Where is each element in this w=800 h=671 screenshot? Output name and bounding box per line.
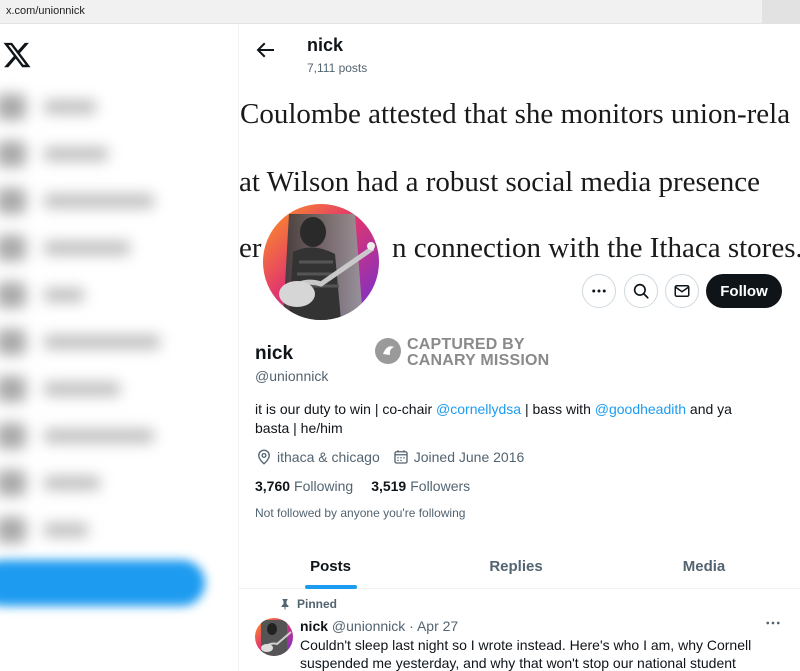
banner-text-line: Coulombe attested that she monitors unio… bbox=[240, 98, 791, 130]
bio-text: it is our duty to win | co-chair bbox=[255, 401, 437, 417]
pin-icon bbox=[281, 599, 289, 610]
envelope-icon bbox=[674, 285, 690, 297]
pinned-indicator: Pinned bbox=[279, 597, 337, 611]
sidebar-item-verified-orgs[interactable] bbox=[0, 423, 200, 449]
banner-text-line: at Wilson had a robust social media pres… bbox=[239, 166, 760, 198]
active-tab-indicator bbox=[304, 585, 357, 589]
canary-mission-logo-icon bbox=[375, 338, 401, 364]
bio-mention-link[interactable]: @cornellydsa bbox=[436, 401, 521, 417]
pinned-label: Pinned bbox=[297, 597, 338, 611]
profile-tabs: Posts Replies Media bbox=[239, 543, 800, 589]
search-icon bbox=[633, 283, 649, 299]
joined-text: Joined June 2016 bbox=[413, 449, 525, 465]
ellipsis-icon bbox=[766, 621, 780, 625]
sidebar-item-communities[interactable] bbox=[0, 329, 200, 355]
tab-label: Replies bbox=[489, 557, 543, 575]
profile-handle: @unionnick bbox=[255, 368, 329, 384]
post-author-name[interactable]: nick bbox=[300, 618, 328, 634]
sidebar-item-home[interactable] bbox=[0, 94, 200, 120]
ellipsis-icon bbox=[592, 289, 606, 293]
sidebar-item-premium[interactable] bbox=[0, 376, 200, 402]
tab-media[interactable]: Media bbox=[610, 543, 798, 589]
sidebar-item-grok[interactable] bbox=[0, 282, 200, 308]
following-label: Following bbox=[294, 478, 354, 494]
left-sidebar bbox=[0, 24, 238, 671]
post-handle-date[interactable]: @unionnick · Apr 27 bbox=[332, 618, 458, 634]
more-options-button[interactable] bbox=[582, 274, 616, 308]
post-author-avatar[interactable] bbox=[255, 618, 293, 656]
following-count: 3,760 bbox=[255, 478, 291, 494]
sidebar-item-more[interactable] bbox=[0, 517, 200, 543]
tab-replies[interactable]: Replies bbox=[422, 543, 610, 589]
canary-mission-watermark: CAPTURED BY CANARY MISSION bbox=[375, 336, 555, 380]
profile-meta: ithaca & chicago Joined June 2016 bbox=[255, 448, 524, 466]
tab-posts[interactable]: Posts bbox=[239, 543, 422, 589]
avatar-photo-image bbox=[263, 204, 379, 320]
sidebar-item-messages[interactable] bbox=[0, 235, 200, 261]
message-button[interactable] bbox=[665, 274, 699, 308]
x-logo-icon[interactable] bbox=[2, 40, 32, 70]
bio-text: | bass with bbox=[521, 401, 595, 417]
tab-label: Media bbox=[682, 557, 726, 575]
watermark-line-2: CANARY MISSION bbox=[407, 352, 550, 369]
profile-bio: it is our duty to win | co-chair @cornel… bbox=[255, 400, 755, 438]
profile-column: nick 7,111 posts Coulombe attested that … bbox=[238, 24, 800, 671]
post-text: Couldn't sleep last night so I wrote ins… bbox=[300, 637, 752, 671]
back-arrow-icon[interactable] bbox=[253, 38, 277, 62]
post-header: nick @unionnick · Apr 27 bbox=[300, 618, 458, 634]
header-name: nick bbox=[307, 35, 344, 55]
avatar-photo-image bbox=[255, 618, 293, 656]
sidebar-item-explore[interactable] bbox=[0, 141, 200, 167]
follow-button[interactable]: Follow bbox=[706, 274, 782, 308]
pinned-post[interactable]: Pinned nick @unionnick · Apr 27 Couldn't… bbox=[239, 590, 800, 671]
location-text: ithaca & chicago bbox=[277, 449, 380, 465]
follow-counts: 3,760 Following 3,519 Followers bbox=[255, 478, 488, 494]
header-post-count: 7,111 posts bbox=[307, 61, 368, 75]
address-url[interactable]: x.com/unionnick bbox=[6, 5, 85, 17]
sidebar-item-notifications[interactable] bbox=[0, 188, 200, 214]
tab-label: Posts bbox=[310, 557, 351, 575]
bio-mention-link[interactable]: @goodheadith bbox=[595, 401, 686, 417]
profile-avatar[interactable] bbox=[259, 200, 383, 324]
profile-location: ithaca & chicago bbox=[255, 448, 380, 466]
search-profile-button[interactable] bbox=[624, 274, 658, 308]
sidebar-item-profile[interactable] bbox=[0, 470, 200, 496]
profile-joined: Joined June 2016 bbox=[392, 448, 525, 466]
post-more-options[interactable] bbox=[764, 614, 782, 637]
browser-corner bbox=[762, 0, 800, 24]
location-pin-icon bbox=[258, 449, 270, 465]
following-link[interactable]: 3,760 Following bbox=[255, 478, 353, 494]
not-followed-notice: Not followed by anyone you're following bbox=[255, 506, 466, 520]
browser-address-bar[interactable]: x.com/unionnick bbox=[0, 0, 800, 24]
calendar-icon bbox=[394, 450, 408, 464]
profile-header-bar: nick 7,111 posts bbox=[239, 24, 800, 92]
followers-label: Followers bbox=[410, 478, 471, 494]
followers-link[interactable]: 3,519 Followers bbox=[371, 478, 470, 494]
post-button[interactable] bbox=[0, 560, 205, 606]
followers-count: 3,519 bbox=[371, 478, 407, 494]
profile-name: nick bbox=[255, 343, 294, 364]
